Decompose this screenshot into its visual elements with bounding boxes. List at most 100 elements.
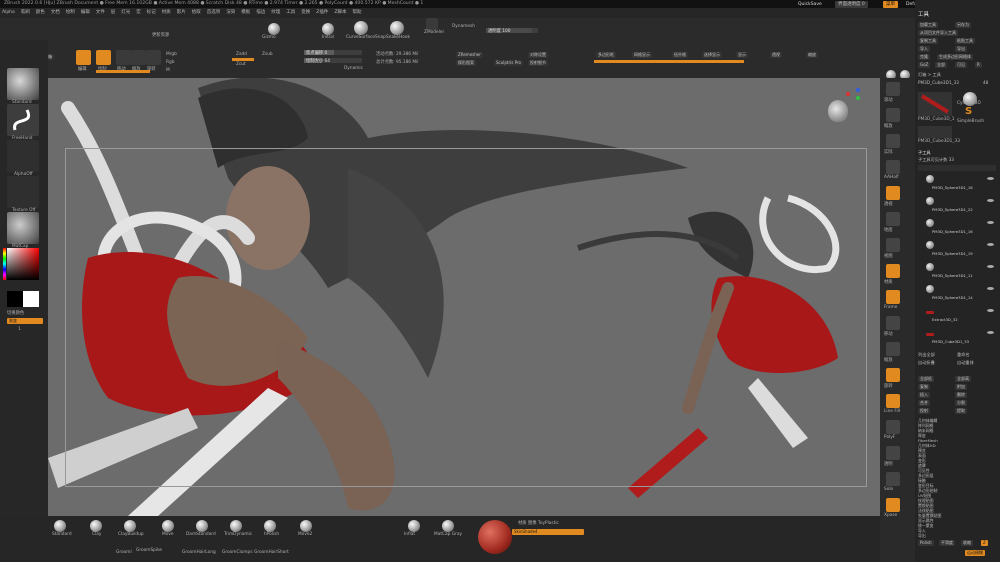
- brush2-label-0[interactable]: Grooml: [116, 550, 132, 555]
- tool-thumb-1[interactable]: [918, 92, 952, 116]
- right-tool-button[interactable]: [886, 134, 900, 148]
- list-all-button[interactable]: 列出全部: [918, 352, 935, 358]
- brush-icon-7[interactable]: [264, 520, 276, 532]
- rotate-button[interactable]: [146, 50, 161, 65]
- menu-item[interactable]: 笔刷: [21, 8, 30, 18]
- subtool-row[interactable]: PM3D_Sphere3D1_22: [918, 196, 996, 212]
- menu-item[interactable]: 灯光: [121, 8, 130, 18]
- gradient-button[interactable]: 渐变: [7, 318, 43, 324]
- menu-item[interactable]: 拾取: [192, 8, 201, 18]
- right-btn-1[interactable]: 选择显示: [702, 52, 722, 58]
- shrink-button[interactable]: 收缩: [961, 540, 973, 546]
- right-tool-button[interactable]: [886, 368, 900, 382]
- material-selector[interactable]: SkinShade4: [512, 529, 584, 535]
- rgb-toggle[interactable]: Rgb: [166, 60, 174, 65]
- main-color-swatch[interactable]: [7, 291, 23, 307]
- brush-icon-0[interactable]: [54, 520, 66, 532]
- extract-button[interactable]: 提取: [955, 408, 967, 414]
- polish-button[interactable]: Polish: [918, 540, 934, 546]
- eye-icon[interactable]: [987, 243, 994, 246]
- import-project-button[interactable]: 从项目文件导入工具: [918, 30, 958, 36]
- zremesher-button[interactable]: ZRemesher: [456, 52, 483, 58]
- brush-icon-4[interactable]: [196, 520, 208, 532]
- z-button[interactable]: Z: [981, 540, 988, 546]
- menu-item[interactable]: 绘制: [66, 8, 75, 18]
- right-tool-button[interactable]: [886, 264, 900, 278]
- eye-icon[interactable]: [987, 287, 994, 290]
- project-button[interactable]: 投射: [918, 408, 930, 414]
- extra-0-button[interactable]: 楔形图案: [456, 60, 476, 66]
- zmodeler-icon[interactable]: [426, 18, 438, 30]
- menu-item[interactable]: Z插件: [316, 8, 328, 18]
- smoothness-button[interactable]: 平滑度: [939, 540, 955, 546]
- palette-subsection[interactable]: 导出: [918, 533, 926, 539]
- brush-icon-1[interactable]: [90, 520, 102, 532]
- transparency-slider[interactable]: 界面透明度 0: [835, 1, 868, 8]
- right-btn-4[interactable]: 缩放: [806, 52, 818, 58]
- material-thumbnail[interactable]: [7, 212, 39, 244]
- visible-button[interactable]: 可见: [955, 62, 967, 68]
- menu-item[interactable]: 渲染: [226, 8, 235, 18]
- brush-icon-11[interactable]: [442, 520, 454, 532]
- zadd-toggle[interactable]: Zadd: [236, 52, 247, 57]
- all-low-button[interactable]: 全部低: [918, 376, 934, 382]
- subtool-row[interactable]: PM3D_Sphere3D1_11: [918, 262, 996, 278]
- move-button[interactable]: [116, 50, 131, 65]
- eye-icon[interactable]: [987, 177, 994, 180]
- menu-item[interactable]: Z脚本: [334, 8, 346, 18]
- right-tool-button[interactable]: [886, 420, 900, 434]
- all-button[interactable]: 全部: [935, 62, 947, 68]
- eye-icon[interactable]: [987, 331, 994, 334]
- brush2-label-2[interactable]: GroomHairLong: [182, 550, 216, 555]
- hue-slider[interactable]: [3, 248, 6, 280]
- right-tool-button[interactable]: [886, 186, 900, 200]
- menus-button[interactable]: 菜单: [883, 1, 898, 8]
- brush-icon-9[interactable]: [408, 520, 420, 532]
- menu-item[interactable]: 影片: [177, 8, 186, 18]
- symmetry-button[interactable]: 对称设置: [528, 52, 548, 58]
- navigation-head-icon[interactable]: [828, 100, 848, 122]
- extra-2-button[interactable]: 网格显示: [632, 52, 652, 58]
- extra-1-button[interactable]: 投射细节: [528, 60, 548, 66]
- right-btn-0[interactable]: 拓扑格: [672, 52, 688, 58]
- clone-button[interactable]: 克隆: [918, 54, 930, 60]
- menu-item[interactable]: 文件: [96, 8, 105, 18]
- load-tool-button[interactable]: 加载工具: [918, 22, 938, 28]
- brush2-label-3[interactable]: GroomClumps: [222, 550, 253, 555]
- initial-icon[interactable]: [322, 23, 334, 35]
- menu-item[interactable]: 纹理: [271, 8, 280, 18]
- color-picker[interactable]: [7, 248, 39, 280]
- make-polymesh-button[interactable]: 生成多边形网格体: [937, 54, 973, 60]
- brush2-label-1[interactable]: GroomSpike: [136, 548, 162, 553]
- simplebrush-icon[interactable]: S: [965, 107, 975, 117]
- menu-item[interactable]: 帮助: [352, 8, 361, 18]
- right-tool-button[interactable]: [886, 212, 900, 226]
- right-btn-3[interactable]: 透视: [770, 52, 782, 58]
- m-toggle[interactable]: M: [166, 68, 170, 73]
- menu-item[interactable]: 文档: [51, 8, 60, 18]
- right-tool-button[interactable]: [886, 394, 900, 408]
- brush-icon-8[interactable]: [300, 520, 312, 532]
- material-sphere-icon[interactable]: [478, 520, 512, 554]
- brush-thumbnail[interactable]: [7, 68, 39, 100]
- menu-item[interactable]: 变换: [301, 8, 310, 18]
- right-tool-button[interactable]: [886, 82, 900, 96]
- draw-button[interactable]: [96, 50, 111, 65]
- menu-item[interactable]: Alpha: [2, 8, 15, 18]
- dynamic-toggle[interactable]: Dynamic: [344, 66, 363, 71]
- alpha-thumbnail[interactable]: [7, 140, 39, 172]
- menu-item[interactable]: 编辑: [81, 8, 90, 18]
- menu-item[interactable]: 层: [111, 8, 116, 18]
- subtool-row[interactable]: PM3D_Sphere3D1_16: [918, 218, 996, 234]
- goz-button[interactable]: GoZ: [918, 62, 931, 68]
- right-tool-button[interactable]: [886, 108, 900, 122]
- brush-icon-2[interactable]: [124, 520, 136, 532]
- subtool-row[interactable]: PM3D_Sphere3D1_18: [918, 174, 996, 190]
- auto-collapse-button[interactable]: 自动折叠: [918, 360, 935, 366]
- menu-item[interactable]: 颜色: [36, 8, 45, 18]
- right-tool-button[interactable]: [886, 316, 900, 330]
- subtool-row[interactable]: PM3D_Sphere3D1_14: [918, 284, 996, 300]
- merge-button[interactable]: 合并: [918, 400, 930, 406]
- eye-icon[interactable]: [987, 199, 994, 202]
- poly-frame-button[interactable]: 多边形框: [596, 52, 616, 58]
